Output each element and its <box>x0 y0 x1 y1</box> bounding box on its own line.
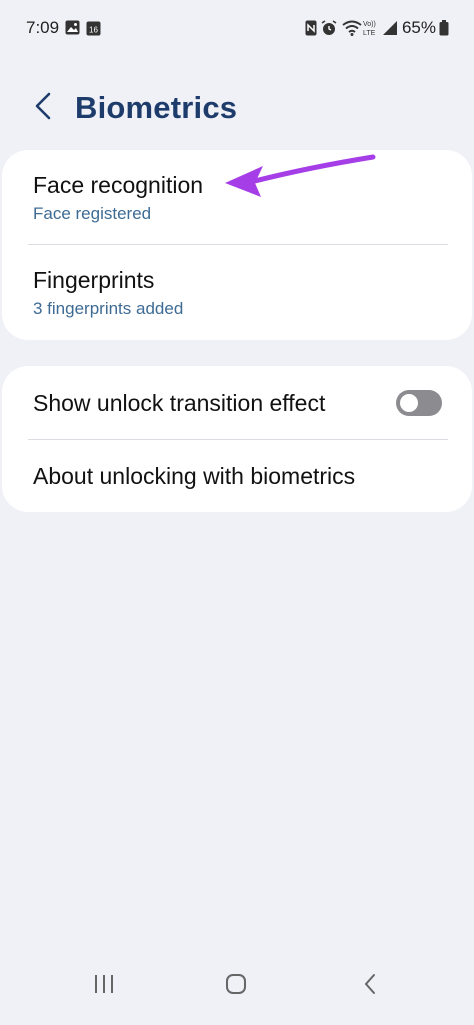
nfc-icon <box>305 20 317 41</box>
calendar-icon: 16 <box>86 20 101 41</box>
fingerprints-title: Fingerprints <box>33 267 155 293</box>
back-chevron-icon <box>34 92 52 125</box>
recents-button[interactable] <box>82 969 126 1003</box>
calendar-day: 16 <box>89 26 98 35</box>
back-nav-icon <box>363 973 377 1000</box>
status-time: 7:09 <box>26 18 60 37</box>
gallery-icon <box>65 20 80 40</box>
back-button[interactable] <box>26 88 60 128</box>
header: Biometrics <box>0 80 474 140</box>
options-card: Show unlock transition effect About unlo… <box>2 366 472 512</box>
home-icon <box>225 973 247 1000</box>
back-nav-button[interactable] <box>348 969 392 1003</box>
unlock-transition-title: Show unlock transition effect <box>33 390 326 416</box>
battery-percent: 65% <box>401 18 436 37</box>
wifi-icon <box>342 20 362 41</box>
alarm-icon <box>321 20 337 41</box>
home-button[interactable] <box>214 969 258 1003</box>
face-recognition-subtitle: Face registered <box>33 204 152 223</box>
battery-icon <box>439 20 449 41</box>
unlock-transition-toggle[interactable] <box>396 390 442 416</box>
recents-icon <box>93 974 115 999</box>
page-title: Biometrics <box>75 90 238 125</box>
unlock-transition-item[interactable]: Show unlock transition effect <box>2 366 472 439</box>
signal-icon <box>382 20 398 41</box>
toggle-knob <box>400 394 418 412</box>
annotation-arrow-icon <box>215 150 380 205</box>
about-biometrics-title: About unlocking with biometrics <box>33 463 356 489</box>
volte-icon: Vo)) LTE <box>363 18 381 43</box>
face-recognition-title: Face recognition <box>33 172 204 198</box>
volte-bottom-label: LTE <box>363 30 376 37</box>
fingerprints-item[interactable]: Fingerprints 3 fingerprints added <box>2 245 472 340</box>
status-bar: 7:09 16 Vo)) LTE 65% <box>0 0 474 56</box>
volte-top-label: Vo)) <box>363 21 376 28</box>
fingerprints-subtitle: 3 fingerprints added <box>33 299 184 318</box>
about-biometrics-item[interactable]: About unlocking with biometrics <box>2 440 472 512</box>
navigation-bar <box>0 955 474 1025</box>
